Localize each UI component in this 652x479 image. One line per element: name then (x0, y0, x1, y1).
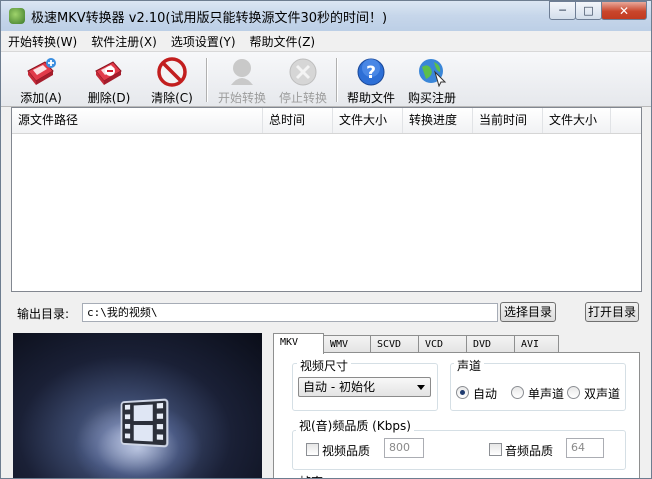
video-quality-input[interactable]: 800 (384, 438, 424, 458)
window-title: 极速MKV转换器 v2.10(试用版只能转换源文件30秒的时间！) (31, 11, 388, 26)
video-quality-label: 视频品质 (322, 444, 371, 458)
menu-bar: 开始转换(W) 软件注册(X) 选项设置(Y) 帮助文件(Z) (1, 31, 651, 51)
buy-register-icon (415, 57, 449, 87)
channel-stereo-label: 双声道 (584, 387, 621, 401)
channel-auto-radio[interactable] (456, 386, 469, 399)
tab-mkv[interactable]: MKV (273, 333, 324, 354)
stop-convert-icon (286, 57, 320, 87)
caption-buttons: ─ □ ✕ (549, 1, 647, 21)
channel-mono-label: 单声道 (528, 387, 565, 401)
clear-button[interactable]: 清除(C) (140, 54, 204, 106)
close-button[interactable]: ✕ (601, 1, 647, 20)
help-label: 帮助文件 (346, 91, 395, 105)
delete-label: 删除(D) (87, 91, 131, 105)
toolbar-separator (336, 58, 338, 102)
add-button[interactable]: 添加(A) (9, 54, 73, 106)
menu-options[interactable]: 选项设置(Y) (164, 33, 243, 50)
video-quality-checkbox[interactable] (306, 443, 319, 456)
add-label: 添加(A) (20, 91, 62, 105)
film-reel-icon (117, 393, 174, 454)
stop-convert-button[interactable]: 停止转换 (271, 54, 335, 106)
chevron-down-icon (417, 385, 425, 390)
video-size-value: 自动 - 初始化 (303, 380, 375, 394)
mkv-settings-panel: 视频尺寸 自动 - 初始化 声道 自动 单声道 双声道 视(音)频品质 (Kbp… (273, 352, 640, 478)
quality-title: 视(音)频品质 (Kbps) (296, 417, 414, 434)
file-list[interactable]: 源文件路径 总时间 文件大小 转换进度 当前时间 文件大小 (11, 107, 642, 292)
menu-start-convert[interactable]: 开始转换(W) (1, 33, 84, 50)
title-bar: 极速MKV转换器 v2.10(试用版只能转换源文件30秒的时间！) ─ □ ✕ (1, 1, 651, 31)
column-header-current-time[interactable]: 当前时间 (473, 108, 543, 133)
tab-avi[interactable]: AVI (514, 335, 559, 353)
output-dir-input[interactable]: c:\我的视频\ (82, 303, 498, 322)
start-convert-icon (225, 57, 259, 87)
menu-help[interactable]: 帮助文件(Z) (243, 33, 323, 50)
column-header-source-path[interactable]: 源文件路径 (12, 108, 263, 133)
tab-vcd[interactable]: VCD (418, 335, 467, 353)
clear-label: 清除(C) (151, 91, 193, 105)
clear-icon (155, 57, 189, 87)
video-size-select[interactable]: 自动 - 初始化 (298, 377, 431, 397)
app-window: 极速MKV转换器 v2.10(试用版只能转换源文件30秒的时间！) ─ □ ✕ … (0, 0, 652, 479)
channel-title: 声道 (454, 357, 485, 374)
channel-mono-radio[interactable] (511, 386, 524, 399)
minimize-button[interactable]: ─ (549, 1, 576, 20)
column-header-progress[interactable]: 转换进度 (403, 108, 473, 133)
framerate-title: 帧率 (296, 473, 327, 478)
video-preview (13, 333, 262, 478)
tab-wmv[interactable]: WMV (323, 335, 371, 353)
buy-register-label: 购买注册 (407, 91, 456, 105)
stop-convert-label: 停止转换 (278, 91, 327, 105)
help-button[interactable]: ? 帮助文件 (339, 54, 403, 106)
app-icon (9, 8, 25, 24)
delete-file-icon (92, 57, 126, 87)
tab-scvd[interactable]: SCVD (370, 335, 419, 353)
buy-register-button[interactable]: 购买注册 (400, 54, 464, 106)
video-size-title: 视频尺寸 (297, 357, 352, 374)
audio-quality-checkbox[interactable] (489, 443, 502, 456)
start-convert-label: 开始转换 (217, 91, 266, 105)
tab-dvd[interactable]: DVD (466, 335, 515, 353)
column-header-output-size[interactable]: 文件大小 (543, 108, 611, 133)
svg-text:?: ? (366, 63, 376, 83)
toolbar: 添加(A) 删除(D) 清除(C) 开始转换 停止转换 ? 帮助文件 购买注册 (1, 51, 651, 107)
output-dir-label: 输出目录: (17, 307, 70, 321)
column-header-total-time[interactable]: 总时间 (263, 108, 333, 133)
help-icon: ? (354, 57, 388, 87)
add-file-icon (24, 57, 58, 87)
audio-quality-input[interactable]: 64 (566, 438, 604, 458)
audio-quality-label: 音频品质 (505, 444, 554, 458)
menu-register[interactable]: 软件注册(X) (84, 33, 164, 50)
start-convert-button[interactable]: 开始转换 (210, 54, 274, 106)
file-list-header: 源文件路径 总时间 文件大小 转换进度 当前时间 文件大小 (12, 108, 641, 134)
channel-auto-label: 自动 (473, 387, 498, 401)
channel-stereo-radio[interactable] (567, 386, 580, 399)
delete-button[interactable]: 删除(D) (77, 54, 141, 106)
select-dir-button[interactable]: 选择目录 (500, 302, 556, 322)
open-dir-button[interactable]: 打开目录 (585, 302, 639, 322)
maximize-button[interactable]: □ (575, 1, 602, 20)
column-header-file-size[interactable]: 文件大小 (333, 108, 403, 133)
toolbar-separator (206, 58, 208, 102)
